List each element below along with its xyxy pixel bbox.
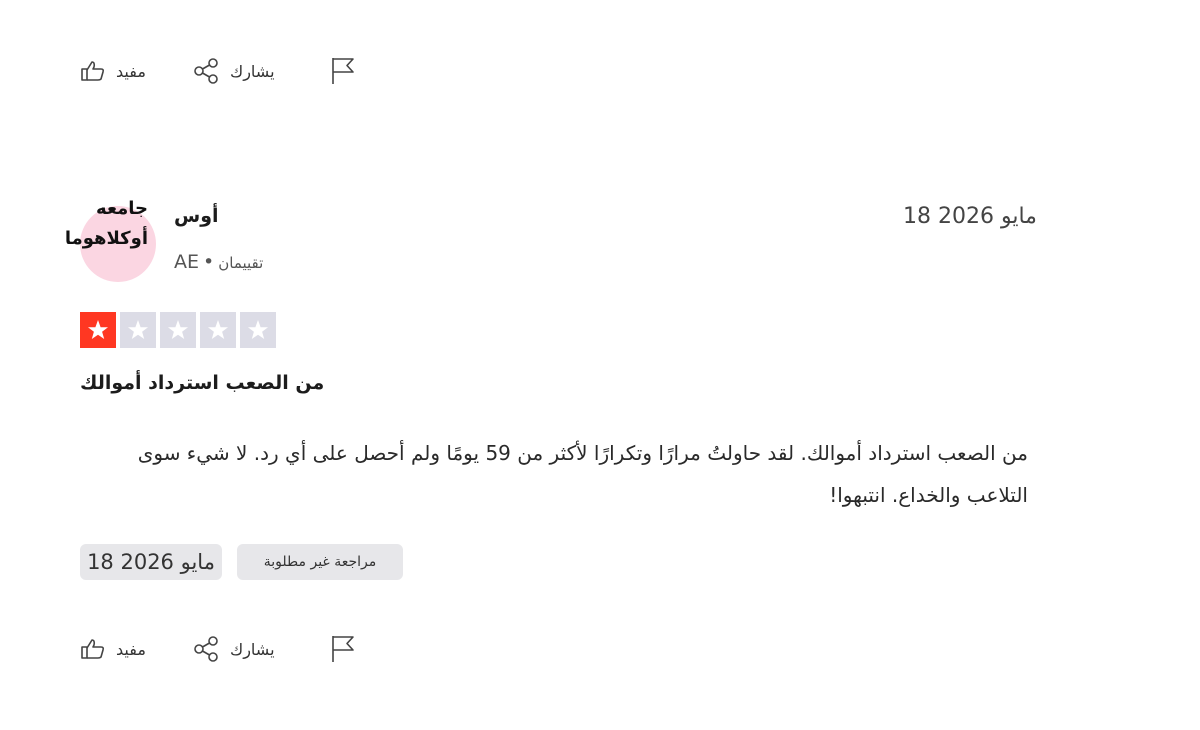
star-rating — [80, 312, 280, 348]
star-empty — [160, 312, 196, 348]
thumbs-up-icon — [80, 636, 106, 662]
helpful-button[interactable]: مفيد — [80, 58, 152, 84]
share-label: يشارك — [230, 61, 275, 81]
star-icon — [88, 320, 108, 339]
reviewer-meta: AE • تقييمان — [174, 251, 263, 273]
review-date: 18 مايو 2026 — [903, 204, 1037, 229]
star-icon — [128, 320, 148, 339]
avatar[interactable]: جامعه أوكلاهوما — [65, 198, 160, 282]
review-tags: 18 مايو 2026 مراجعة غير مطلوبة — [80, 544, 403, 580]
review-title[interactable]: من الصعب استرداد أموالك — [80, 372, 324, 394]
helpful-button[interactable]: مفيد — [80, 636, 152, 662]
flag-icon — [330, 634, 356, 664]
share-button[interactable]: يشارك — [192, 57, 292, 85]
unsolicited-review-tag[interactable]: مراجعة غير مطلوبة — [237, 544, 403, 580]
share-icon — [192, 635, 220, 663]
flag-icon — [330, 56, 356, 86]
review-page: مفيد يشارك جامعه أوكلاهوما أوس AE • تقيي… — [0, 0, 1200, 730]
reviewer-name[interactable]: أوس — [174, 205, 219, 227]
star-empty — [120, 312, 156, 348]
helpful-label: مفيد — [116, 61, 146, 81]
report-flag-button[interactable] — [330, 56, 356, 86]
reviewer-country: AE — [174, 251, 200, 273]
meta-separator: • — [203, 251, 215, 273]
star-icon — [168, 320, 188, 339]
star-filled — [80, 312, 116, 348]
star-empty — [200, 312, 236, 348]
review-actions: مفيد يشارك — [80, 634, 356, 664]
previous-review-actions: مفيد يشارك — [80, 56, 356, 86]
star-icon — [208, 320, 228, 339]
share-icon — [192, 57, 220, 85]
thumbs-up-icon — [80, 58, 106, 84]
helpful-label: مفيد — [116, 639, 146, 659]
star-empty — [240, 312, 276, 348]
review-body: من الصعب استرداد أموالك. لقد حاولتُ مرار… — [137, 441, 1028, 507]
avatar-text: جامعه أوكلاهوما — [64, 198, 148, 249]
share-label: يشارك — [230, 639, 275, 659]
date-tag: 18 مايو 2026 — [80, 544, 222, 580]
report-flag-button[interactable] — [330, 634, 356, 664]
reviewer-review-count: تقييمان — [218, 254, 264, 272]
star-icon — [248, 320, 268, 339]
share-button[interactable]: يشارك — [192, 635, 292, 663]
